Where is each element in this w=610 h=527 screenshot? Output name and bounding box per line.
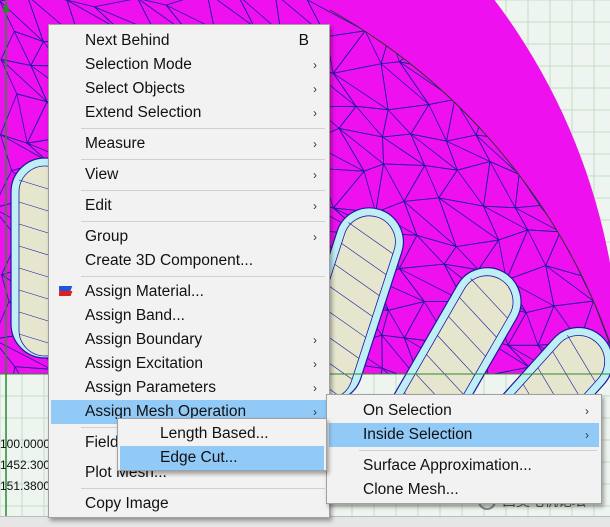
menu-item-label: Inside Selection [363,426,473,443]
menu-separator [81,488,325,489]
menu-item-group[interactable]: Group › [51,225,327,249]
submenu-item-clone-mesh[interactable]: Clone Mesh... [329,478,599,502]
chevron-right-icon: › [313,381,317,395]
menu-item-label: Selection Mode [85,56,192,73]
inside-selection-submenu: Length Based... Edge Cut... [117,418,327,471]
menu-item-select-objects[interactable]: Select Objects › [51,77,327,101]
chevron-right-icon: › [313,168,317,182]
menu-item-label: Group [85,228,129,245]
menu-item-assign-parameters[interactable]: Assign Parameters › [51,376,327,400]
submenu-item-length-based[interactable]: Length Based... [120,422,324,446]
menu-item-measure[interactable]: Measure › [51,132,327,156]
submenu-item-on-selection[interactable]: On Selection › [329,399,599,423]
menu-item-label: Extend Selection [85,104,202,121]
mesh-operation-submenu: On Selection › Inside Selection › Surfac… [326,394,602,504]
menu-item-assign-material[interactable]: Assign Material... [51,280,327,304]
menu-item-label: Next Behind [85,32,170,49]
material-icon [59,286,73,296]
menu-item-label: Assign Boundary [85,331,203,348]
menu-item-label: Create 3D Component... [85,252,254,269]
menu-item-label: Clone Mesh... [363,481,459,498]
menu-item-edit[interactable]: Edit › [51,194,327,218]
menu-item-assign-excitation[interactable]: Assign Excitation › [51,352,327,376]
menu-item-label: Edit [85,197,112,214]
menu-item-copy-image[interactable]: Copy Image [51,492,327,516]
chevron-right-icon: › [313,199,317,213]
menu-item-label: Surface Approximation... [363,457,532,474]
chevron-right-icon: › [313,106,317,120]
menu-item-label: Assign Band... [85,307,185,324]
chevron-right-icon: › [313,82,317,96]
menu-item-view[interactable]: View › [51,163,327,187]
chevron-right-icon: › [313,230,317,244]
submenu-item-surface-approximation[interactable]: Surface Approximation... [329,454,599,478]
chevron-right-icon: › [313,333,317,347]
menu-separator [81,128,325,129]
menu-item-assign-band[interactable]: Assign Band... [51,304,327,328]
menu-separator [81,276,325,277]
menu-item-label: Copy Image [85,495,169,512]
menu-item-label: On Selection [363,402,452,419]
menu-item-label: Edge Cut... [160,449,238,466]
chevron-right-icon: › [313,137,317,151]
menu-item-extend-selection[interactable]: Extend Selection › [51,101,327,125]
menu-item-selection-mode[interactable]: Selection Mode › [51,53,327,77]
submenu-item-inside-selection[interactable]: Inside Selection › [329,423,599,447]
chevron-right-icon: › [585,428,589,442]
menu-item-accelerator: B [298,32,309,49]
menu-item-next-behind[interactable]: Next Behind B [51,29,327,53]
menu-item-label: Assign Parameters [85,379,216,396]
menu-item-label: Assign Excitation [85,355,204,372]
menu-item-create-3d-component[interactable]: Create 3D Component... [51,249,327,273]
menu-item-assign-boundary[interactable]: Assign Boundary › [51,328,327,352]
menu-separator [81,159,325,160]
coord-value-2: 1452.300 [0,458,51,472]
menu-separator [81,221,325,222]
menu-item-label: Assign Material... [85,283,204,300]
chevron-right-icon: › [585,404,589,418]
menu-item-label: View [85,166,119,183]
coord-value-1: 100.0000 [0,437,51,451]
chevron-right-icon: › [313,357,317,371]
menu-item-label: Measure [85,135,146,152]
menu-separator [81,190,325,191]
menu-separator [359,450,597,451]
coord-value-3: 151.3800 [0,479,51,493]
chevron-right-icon: › [313,58,317,72]
menu-item-label: Length Based... [160,425,269,442]
submenu-item-edge-cut[interactable]: Edge Cut... [120,446,324,470]
menu-item-label: Select Objects [85,80,185,97]
